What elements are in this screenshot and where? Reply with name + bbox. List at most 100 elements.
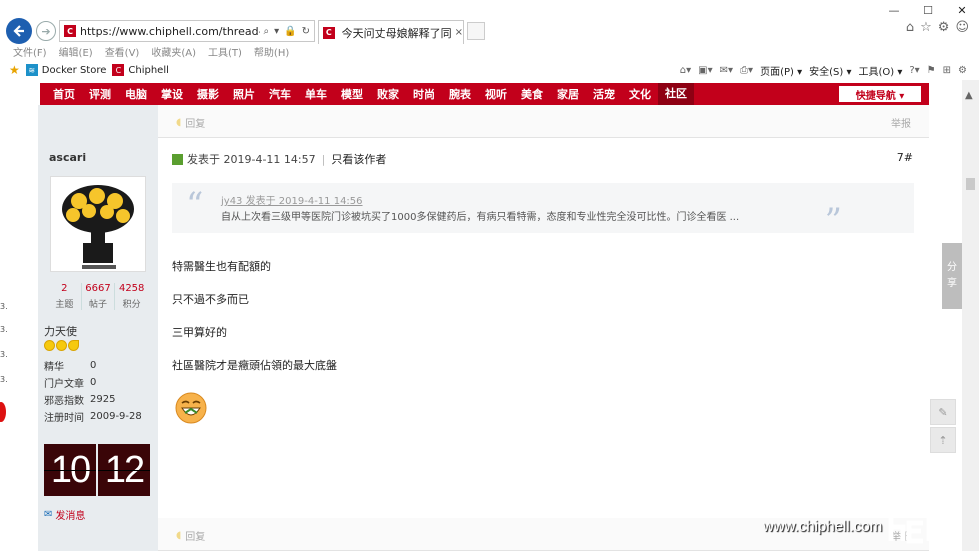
share-button[interactable]: 分 享 (942, 243, 962, 309)
options-gear-icon[interactable]: ⚙ (958, 65, 967, 76)
nav-watches[interactable]: 腕表 (442, 86, 478, 102)
quote-block: “ jy43 发表于 2019-4-11 14:56 自从上次看三级甲等医院门诊… (172, 183, 914, 241)
feeds-icon[interactable]: ▣▾ (698, 65, 712, 76)
scroll-thumb[interactable] (966, 178, 975, 190)
comment-button[interactable]: ✎ (930, 399, 956, 425)
extension-icon[interactable]: ⚑ (927, 65, 936, 76)
menu-tools[interactable]: 工具(T) (208, 44, 242, 60)
print-icon[interactable]: ⎙▾ (740, 65, 753, 76)
medal-sun-icon (56, 340, 67, 351)
nav-culture[interactable]: 文化 (622, 86, 658, 102)
menu-edit[interactable]: 编辑(E) (59, 44, 93, 60)
scroll-up-icon[interactable]: ▲ (965, 90, 973, 101)
menu-file[interactable]: 文件(F) (13, 44, 47, 60)
address-row: ➔ C https://www.chiphell.com/thread-1982… (0, 16, 979, 44)
stat-points[interactable]: 4258 积分 (115, 283, 148, 310)
nav-community[interactable]: 社区 (658, 83, 694, 105)
post-line: 特需醫生也有配額的 (172, 260, 271, 273)
nav-photography[interactable]: 摄影 (190, 86, 226, 102)
stat-label: 帖子 (89, 300, 108, 310)
back-to-top-button[interactable]: ⇡ (930, 427, 956, 453)
favorite-docker-store[interactable]: ≋ Docker Store (25, 64, 106, 76)
nav-audio-video[interactable]: 视听 (478, 86, 514, 102)
translate-icon[interactable]: ⊞ (943, 65, 951, 76)
share-label: 享 (947, 278, 957, 289)
nav-handheld[interactable]: 掌设 (154, 86, 190, 102)
lock-icon[interactable]: 🔒 (284, 26, 296, 37)
browser-window: — ☐ ✕ ➔ C https://www.chiphell.com/threa… (0, 0, 979, 551)
stat-value: 4258 (118, 283, 145, 294)
favorites-star-icon[interactable]: ☆ (920, 20, 932, 35)
nav-shopping[interactable]: 败家 (370, 86, 406, 102)
address-tools: ⌕ ▾ 🔒 ↻ (264, 26, 314, 37)
avatar[interactable] (50, 176, 146, 272)
nav-computer[interactable]: 电脑 (118, 86, 154, 102)
info-label: 注册时间 (44, 413, 84, 424)
nav-review[interactable]: 评测 (82, 86, 118, 102)
info-value: 0 (90, 360, 97, 371)
new-tab-button[interactable] (467, 22, 485, 40)
avatar-image (53, 179, 143, 269)
report-link[interactable]: 举报 (891, 115, 911, 130)
stat-posts[interactable]: 6667 帖子 (82, 283, 116, 310)
refresh-icon[interactable]: ↻ (302, 26, 310, 37)
smiley-icon[interactable]: ☺ (955, 20, 969, 35)
nav-pets[interactable]: 活宠 (586, 86, 622, 102)
menu-view[interactable]: 查看(V) (105, 44, 140, 60)
favorites-add-icon[interactable]: ★ (9, 63, 20, 77)
floor-number[interactable]: 7# (897, 151, 913, 164)
dropdown-icon[interactable]: ▾ (274, 26, 279, 37)
quote-open-icon: “ (186, 185, 204, 225)
home-cmd-icon[interactable]: ⌂▾ (680, 65, 691, 76)
chiphell-icon: C (112, 64, 125, 76)
send-message-link[interactable]: ✉ 发消息 (44, 507, 85, 522)
menu-favorites[interactable]: 收藏夹(A) (151, 44, 196, 60)
nav-cars[interactable]: 汽车 (262, 86, 298, 102)
quick-nav-button[interactable]: 快捷导航 ▾ (839, 86, 921, 102)
arrow-up-icon: ⇡ (938, 433, 948, 447)
mail-icon[interactable]: ✉▾ (720, 65, 733, 76)
reply-icon: ◖ (176, 117, 182, 128)
info-value: 2009-9-28 (90, 411, 142, 422)
back-button[interactable] (6, 18, 32, 44)
tab-close-icon[interactable]: × (455, 27, 463, 38)
browser-tab[interactable]: C 今天问丈母娘解释了同一个... × (318, 20, 464, 44)
quote-source[interactable]: jy43 发表于 2019-4-11 14:56 (221, 192, 363, 207)
reply-link[interactable]: ◖ 回复 (176, 115, 205, 130)
tab-title: 今天问丈母娘解释了同一个... (341, 26, 451, 40)
flip-clock: 10 12 (44, 444, 150, 496)
report-link[interactable]: 举报 (891, 528, 911, 543)
info-label: 门户文章 (44, 379, 84, 390)
tools-menu[interactable]: 工具(O) ▾ (858, 63, 902, 78)
nav-photos[interactable]: 照片 (226, 86, 262, 102)
nav-home[interactable]: 首页 (46, 86, 82, 102)
nav-fashion[interactable]: 时尚 (406, 86, 442, 102)
left-edge-label: 3. (0, 302, 8, 311)
info-label: 精华 (44, 362, 64, 373)
nav-food[interactable]: 美食 (514, 86, 550, 102)
menu-help[interactable]: 帮助(H) (254, 44, 289, 60)
stat-threads[interactable]: 2 主题 (48, 283, 82, 310)
nav-models[interactable]: 模型 (334, 86, 370, 102)
left-edge-label: 3. (0, 375, 8, 384)
forward-button[interactable]: ➔ (36, 21, 56, 41)
quote-text: 自从上次看三级甲等医院门诊被坑买了1000多保健药后，有病只看特需，态度和专业性… (221, 212, 740, 223)
reply-link[interactable]: ◖ 回复 (176, 528, 205, 543)
nav-bikes[interactable]: 单车 (298, 86, 334, 102)
favorite-chiphell[interactable]: C Chiphell (112, 64, 169, 76)
address-text[interactable]: https://www.chiphell.com/thread-1982194- (80, 25, 260, 38)
home-icon[interactable]: ⌂ (906, 20, 914, 35)
safety-menu[interactable]: 安全(S) ▾ (809, 63, 851, 78)
help-icon[interactable]: ?▾ (909, 65, 919, 76)
chiphell-favicon-icon: C (64, 25, 76, 37)
page-menu[interactable]: 页面(P) ▾ (760, 63, 802, 78)
author-name[interactable]: ascari (49, 151, 86, 164)
forum-post: ascari 2 主题 6667 帖子 4258 积分 力天使 精华 0 门户文… (38, 105, 929, 551)
previous-reply-bar: ◖ 回复 举报 (158, 105, 929, 138)
address-bar[interactable]: C https://www.chiphell.com/thread-198219… (59, 20, 315, 42)
settings-gear-icon[interactable]: ⚙ (938, 20, 950, 35)
search-icon[interactable]: ⌕ (264, 26, 270, 37)
vertical-scrollbar[interactable]: ▲ (962, 80, 979, 551)
nav-home-living[interactable]: 家居 (550, 86, 586, 102)
only-author-link[interactable]: 只看该作者 (331, 151, 386, 167)
